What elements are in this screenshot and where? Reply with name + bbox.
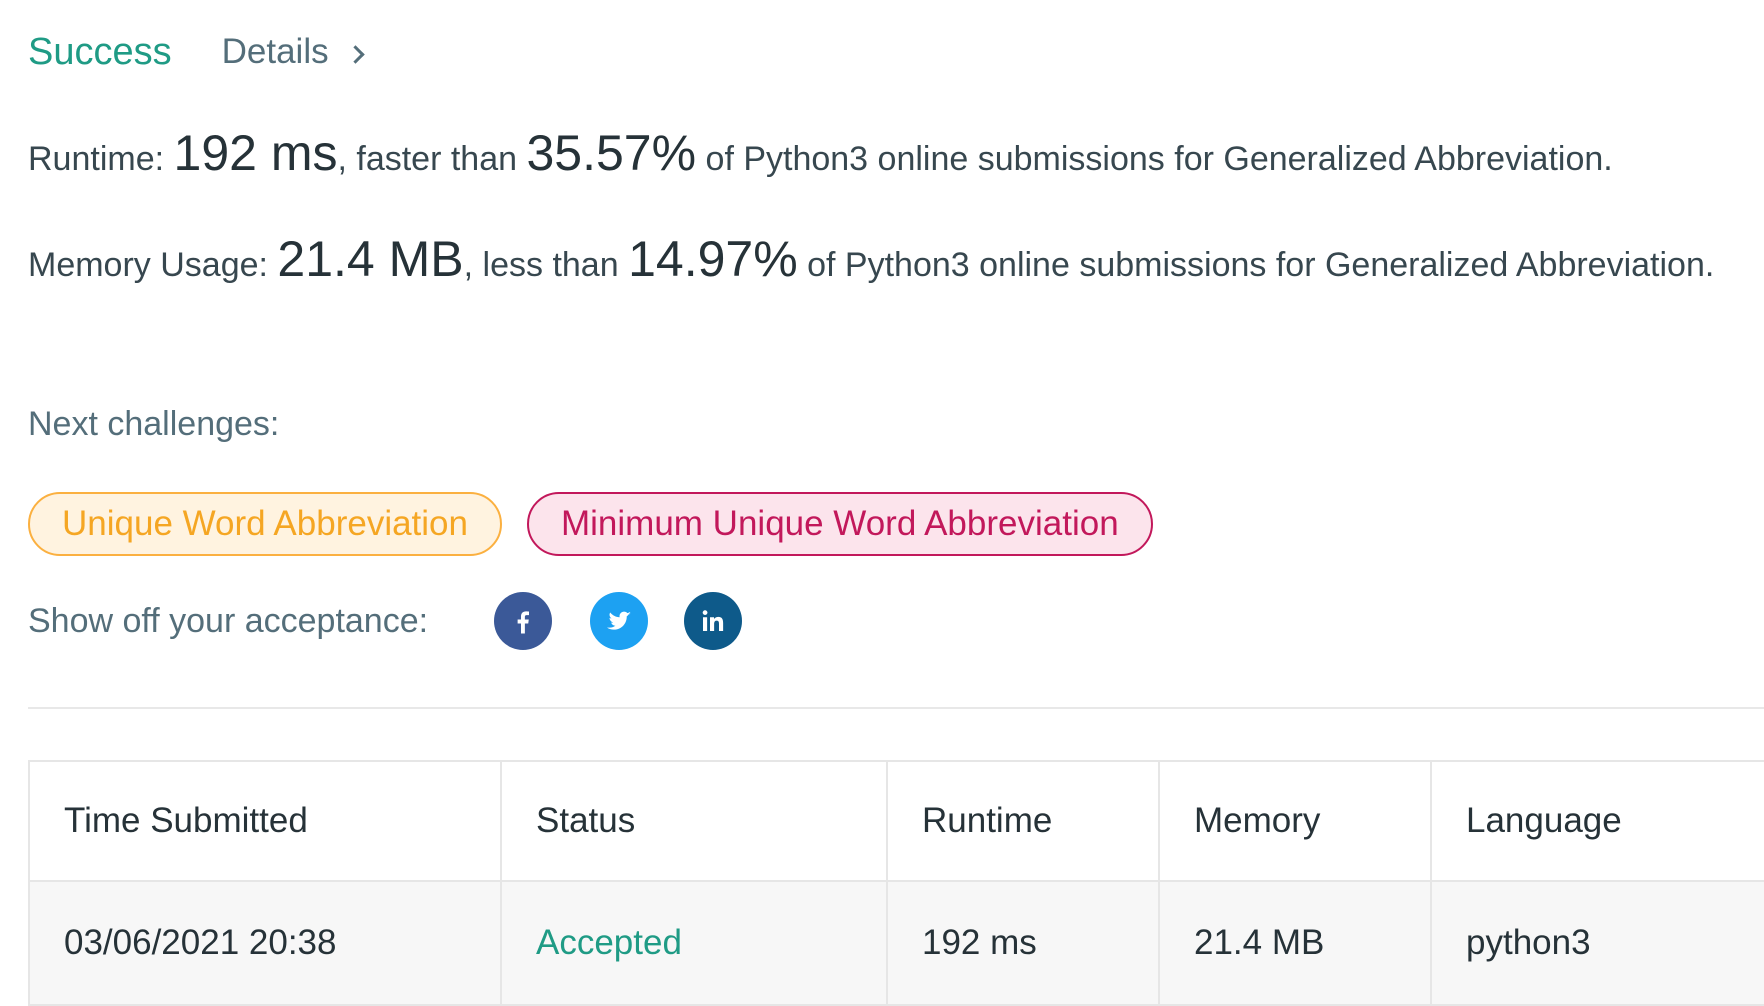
runtime-label: Runtime:: [28, 140, 165, 178]
next-challenges-label: Next challenges:: [28, 405, 280, 443]
memory-comparison: , less than: [463, 246, 619, 284]
cell-time-submitted: 03/06/2021 20:38: [28, 880, 502, 1006]
share-label: Show off your acceptance:: [28, 601, 429, 640]
twitter-icon[interactable]: [590, 592, 649, 650]
runtime-stat: Runtime: 192 ms, faster than 35.57% of P…: [28, 126, 1728, 186]
memory-label: Memory Usage:: [28, 246, 268, 284]
header-status[interactable]: Status: [500, 760, 888, 882]
details-link-label: Details: [221, 32, 329, 71]
cell-status-accepted[interactable]: Accepted: [500, 880, 888, 1006]
challenge-unique-word-abbreviation[interactable]: Unique Word Abbreviation: [28, 492, 502, 556]
result-header: Success Details: [28, 28, 365, 76]
facebook-icon[interactable]: [494, 592, 553, 650]
share-row: Show off your acceptance:: [28, 592, 743, 650]
memory-suffix: of Python3 online submissions for Genera…: [807, 246, 1715, 284]
memory-percent: 14.97%: [628, 231, 798, 287]
table-header-row: Time Submitted Status Runtime Memory Lan…: [28, 760, 1764, 882]
header-runtime[interactable]: Runtime: [886, 760, 1160, 882]
submission-result-page: Success Details Runtime: 192 ms, faster …: [28, 0, 1764, 1006]
cell-memory: 21.4 MB: [1158, 880, 1432, 1006]
memory-stat: Memory Usage: 21.4 MB, less than 14.97% …: [28, 232, 1728, 292]
header-memory[interactable]: Memory: [1158, 760, 1432, 882]
runtime-value: 192 ms: [173, 125, 338, 181]
header-language[interactable]: Language: [1430, 760, 1764, 882]
details-link[interactable]: Details: [221, 32, 365, 72]
submissions-table: Time Submitted Status Runtime Memory Lan…: [28, 760, 1764, 1006]
cell-language: python3: [1430, 880, 1764, 1006]
status-title: Success: [28, 30, 172, 73]
memory-value: 21.4 MB: [277, 231, 464, 287]
section-divider: [28, 707, 1764, 709]
next-challenges-list: Unique Word Abbreviation Minimum Unique …: [28, 492, 1153, 556]
table-row: 03/06/2021 20:38 Accepted 192 ms 21.4 MB…: [28, 880, 1764, 1006]
header-time-submitted[interactable]: Time Submitted: [28, 760, 502, 882]
runtime-comparison: , faster than: [337, 140, 518, 178]
linkedin-icon[interactable]: [684, 592, 743, 650]
chevron-right-icon: [345, 44, 365, 64]
runtime-percent: 35.57%: [526, 125, 697, 181]
runtime-suffix: of Python3 online submissions for Genera…: [705, 140, 1613, 178]
challenge-minimum-unique-word-abbreviation[interactable]: Minimum Unique Word Abbreviation: [527, 492, 1153, 556]
cell-runtime: 192 ms: [886, 880, 1160, 1006]
